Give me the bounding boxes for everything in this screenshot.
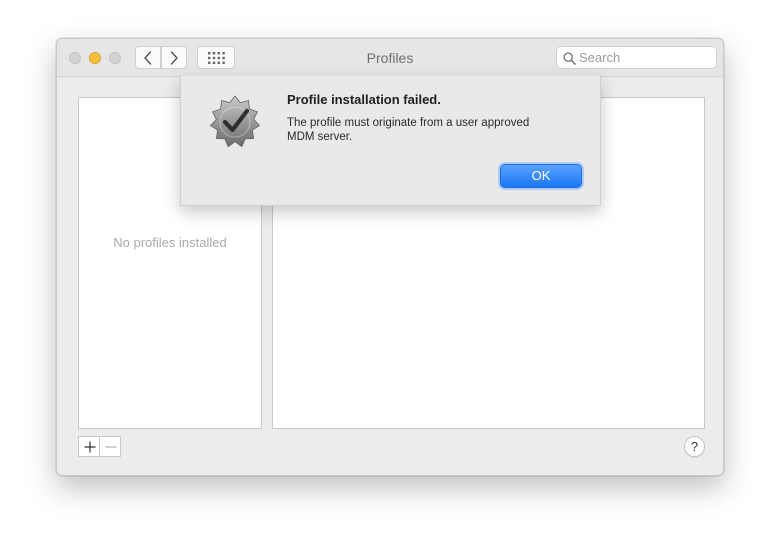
alert-sheet: Profile installation failed. The profile… xyxy=(180,76,601,206)
search-input[interactable] xyxy=(579,49,713,66)
help-button[interactable]: ? xyxy=(684,436,705,457)
checkmark-seal-icon xyxy=(209,95,261,148)
minus-icon xyxy=(105,446,117,448)
alert-message: The profile must originate from a user a… xyxy=(287,117,530,143)
add-profile-button[interactable] xyxy=(78,436,100,457)
remove-profile-button[interactable] xyxy=(99,436,121,457)
titlebar: Profiles xyxy=(57,39,723,77)
search-icon xyxy=(563,52,576,65)
search-field[interactable] xyxy=(556,46,717,69)
plus-icon xyxy=(84,441,96,453)
alert-title: Profile installation failed. xyxy=(287,92,441,107)
empty-list-message: No profiles installed xyxy=(113,235,227,250)
ok-button[interactable]: OK xyxy=(500,164,582,188)
